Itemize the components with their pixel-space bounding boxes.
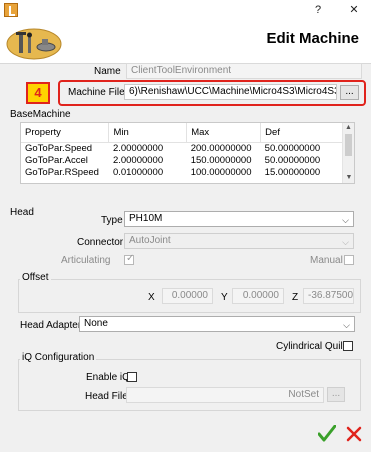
offset-x-field: 0.00000: [162, 288, 213, 304]
head-file-label: Head File: [85, 391, 128, 402]
cylindrical-quill-checkbox[interactable]: [343, 341, 353, 351]
offset-y-field: 0.00000: [232, 288, 284, 304]
connector-value: AutoJoint: [129, 235, 171, 246]
table-cell: 150.00000000: [190, 154, 252, 166]
column-header[interactable]: Max: [186, 123, 262, 143]
offset-y-label: Y: [221, 292, 228, 303]
chevron-down-icon: ⌵: [342, 237, 349, 247]
head-adapter-select[interactable]: None ⌵: [79, 316, 355, 332]
scroll-thumb[interactable]: [345, 134, 352, 156]
base-machine-title: BaseMachine: [10, 109, 71, 120]
help-button[interactable]: ?: [306, 0, 330, 20]
machine-file-label: Machine File: [68, 87, 125, 98]
enable-iq-checkbox[interactable]: [127, 372, 137, 382]
machine-file-browse-button[interactable]: ...: [340, 85, 359, 100]
table-cell: 50.00000000: [264, 142, 321, 154]
table-cell: 2.00000000: [112, 154, 164, 166]
articulating-checkbox: ✓: [124, 253, 135, 265]
column-header[interactable]: Property: [21, 123, 110, 143]
cross-icon[interactable]: [346, 426, 362, 442]
cylindrical-quill-label: Cylindrical Quill: [276, 341, 345, 352]
connector-select: AutoJoint ⌵: [124, 233, 354, 249]
table-cell: 0.01000000: [112, 166, 164, 178]
table-cell: 50.00000000: [264, 154, 321, 166]
table-row[interactable]: GoToPar.RSpeed 0.01000000 100.00000000 15.0…: [21, 166, 343, 178]
table-cell: GoToPar.RSpeed: [25, 166, 99, 178]
iq-title: iQ Configuration: [20, 352, 97, 363]
table-cell: GoToPar.Speed: [25, 142, 93, 154]
name-field: ClientToolEnvironment: [126, 63, 362, 79]
table-row[interactable]: GoToPar.Speed 2.00000000 200.00000000 50.00…: [21, 142, 343, 154]
offset-x-label: X: [148, 292, 155, 303]
scroll-down-icon[interactable]: ▼: [343, 173, 354, 183]
offset-z-field: -36.87500: [303, 288, 354, 304]
column-header[interactable]: Min: [108, 123, 188, 143]
table-cell: 2.00000000: [112, 142, 164, 154]
base-machine-table[interactable]: Property Min Max Def GoToPar.Speed 2.0000000…: [20, 122, 355, 184]
enable-iq-label: Enable iQ: [86, 372, 130, 383]
head-adapter-label: Head Adapter: [20, 320, 82, 331]
column-header[interactable]: Def: [260, 123, 343, 143]
articulating-label: Articulating: [61, 255, 111, 266]
head-file-field: NotSet: [126, 387, 324, 403]
table-cell: GoToPar.Accel: [25, 154, 88, 166]
offset-z-label: Z: [292, 292, 299, 303]
head-file-browse-button: ...: [327, 387, 345, 402]
tools-icon: [6, 28, 62, 60]
iq-group: [18, 359, 361, 411]
dialog-title: Edit Machine: [266, 30, 359, 47]
base-machine-scrollbar[interactable]: ▲ ▼: [342, 123, 354, 183]
head-type-label: Type: [101, 215, 123, 226]
head-adapter-value: None: [84, 318, 108, 329]
head-type-value: PH10M: [129, 213, 163, 224]
name-label: Name: [94, 66, 121, 77]
scroll-up-icon[interactable]: ▲: [343, 123, 354, 133]
head-type-select[interactable]: PH10M ⌵: [124, 211, 354, 227]
table-row[interactable]: GoToPar.Accel 2.00000000 150.00000000 50.00…: [21, 154, 343, 166]
manual-checkbox: [344, 255, 354, 265]
offset-title: Offset: [20, 272, 51, 283]
close-button[interactable]: ✕: [342, 0, 366, 20]
head-title: Head: [10, 207, 34, 218]
app-icon: [4, 3, 18, 17]
machine-file-field[interactable]: 6)\Renishaw\UCC\Machine\Micro4S3\Micro4S…: [124, 84, 337, 100]
step-badge: 4: [26, 82, 50, 104]
check-mark-icon: ✓: [126, 253, 135, 264]
table-cell: 100.00000000: [190, 166, 252, 178]
table-cell: 15.00000000: [264, 166, 321, 178]
connector-label: Connector: [77, 237, 124, 248]
manual-label: Manual: [310, 255, 343, 266]
chevron-down-icon: ⌵: [343, 320, 350, 330]
check-icon[interactable]: [318, 425, 336, 442]
table-cell: 200.00000000: [190, 142, 252, 154]
chevron-down-icon: ⌵: [342, 215, 349, 225]
